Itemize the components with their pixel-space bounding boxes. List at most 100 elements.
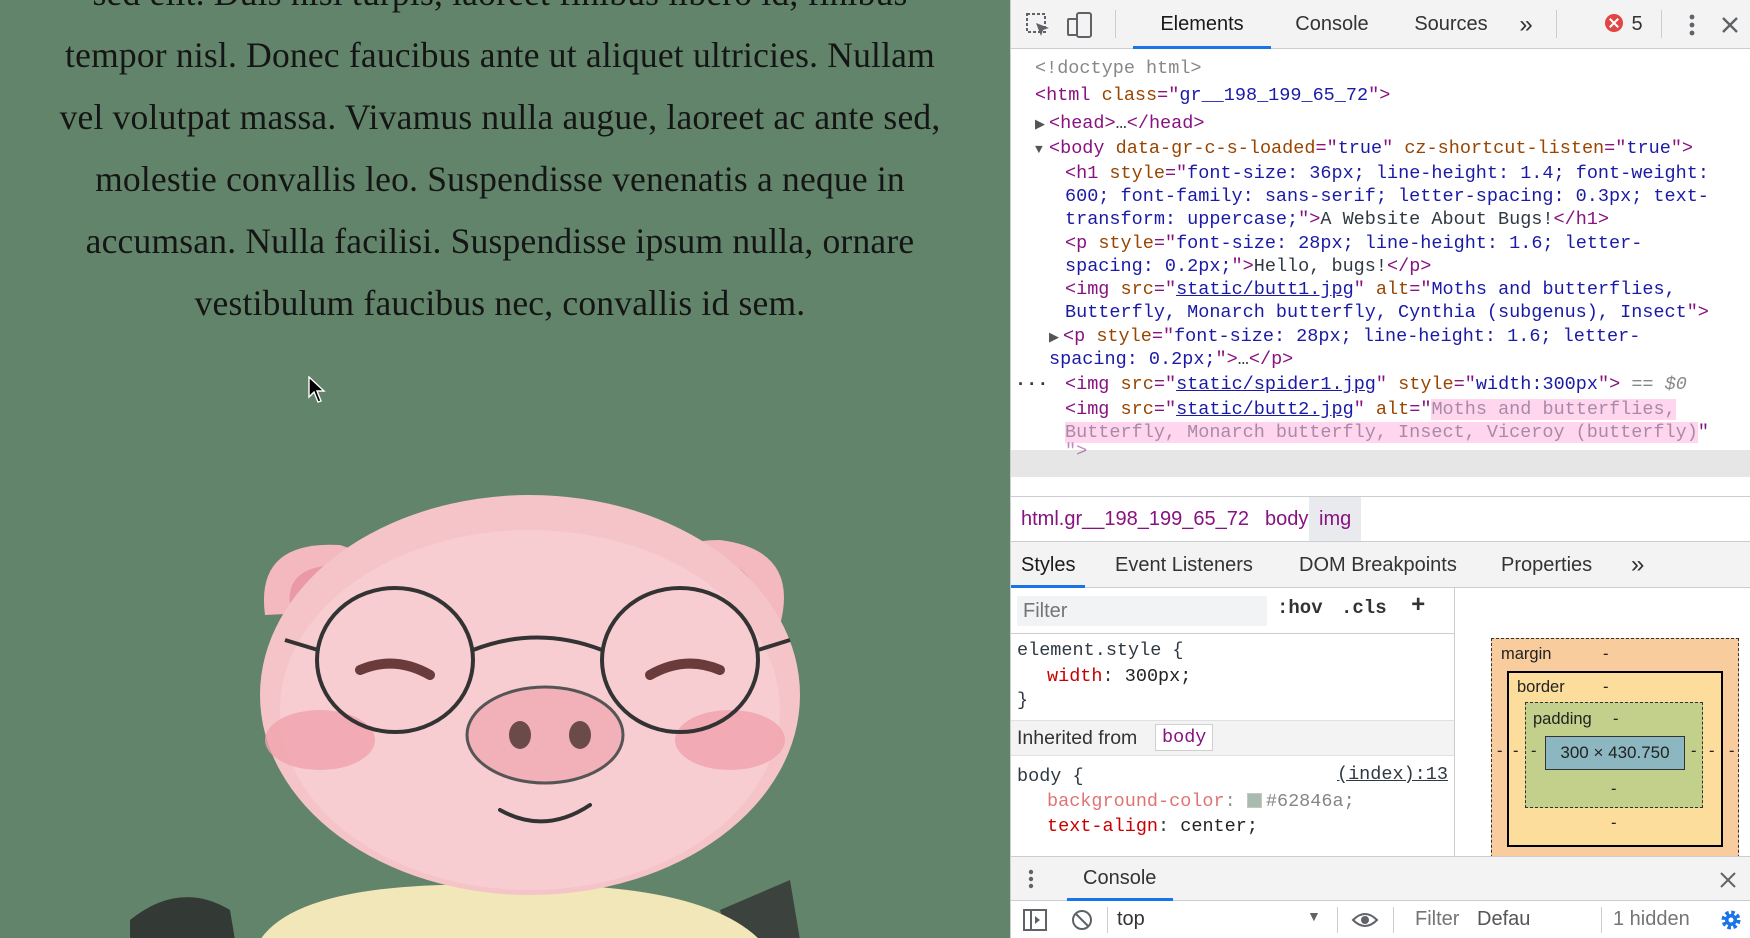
styles-pane: :hov .cls + element.style { width: 300px… — [1011, 588, 1455, 856]
toolbar-separator — [1661, 10, 1662, 38]
dom-p1-style-end[interactable]: spacing: 0.2px;">Hello, bugs!</p> — [1065, 254, 1431, 279]
padding-left-value[interactable]: - — [1531, 742, 1537, 761]
css-property[interactable]: width — [1047, 666, 1103, 687]
dom-html-node[interactable]: <html class="gr__198_199_65_72"> — [1035, 83, 1390, 108]
drawer-menu-icon[interactable] — [1025, 867, 1037, 891]
device-toolbar-icon[interactable] — [1065, 10, 1095, 40]
cls-toggle[interactable]: .cls — [1341, 597, 1387, 619]
console-drawer: Console top ▼ Filter Defau 1 hidden — [1011, 856, 1750, 938]
dom-img3-node[interactable]: <img src="static/butt2.jpg" alt="Moths a… — [1065, 397, 1676, 422]
element-style-selector[interactable]: element.style { — [1017, 638, 1184, 663]
tab-elements[interactable]: Elements — [1133, 0, 1271, 49]
color-swatch-icon[interactable] — [1246, 793, 1262, 808]
attr-value: Moths and butterflies, — [1431, 399, 1676, 420]
tab-sources[interactable]: Sources — [1401, 0, 1501, 49]
tab-styles[interactable]: Styles — [1011, 542, 1086, 588]
css-value[interactable]: 300px; — [1125, 666, 1192, 687]
css-value[interactable]: #62846a; — [1266, 791, 1355, 812]
new-style-rule-button[interactable]: + — [1411, 593, 1425, 620]
hov-toggle[interactable]: :hov — [1277, 597, 1323, 619]
show-sidebar-icon[interactable] — [1023, 909, 1047, 931]
dom-h1-style-cont[interactable]: 600; font-family: sans-serif; letter-spa… — [1065, 184, 1709, 209]
styles-filter-input[interactable] — [1017, 596, 1267, 626]
dom-doctype[interactable]: <!doctype html> — [1035, 56, 1202, 81]
console-settings-gear-icon[interactable] — [1719, 908, 1743, 932]
paragraph-line: accumsan. Nulla facilisi. Suspendisse ip… — [85, 221, 915, 261]
border-top-value[interactable]: - — [1603, 678, 1609, 697]
p1-text: Hello, bugs! — [1253, 256, 1387, 277]
attr-value: transform: uppercase; — [1065, 209, 1299, 230]
tab-dom-breakpoints[interactable]: DOM Breakpoints — [1299, 542, 1457, 588]
more-tabs-button[interactable]: » — [1511, 0, 1541, 49]
dom-img2-node-selected[interactable]: ··· <img src="static/spider1.jpg" style="… — [1015, 372, 1687, 397]
inherited-body-link[interactable]: body — [1155, 724, 1214, 751]
css-property[interactable]: background-color — [1047, 791, 1225, 812]
margin-right-value[interactable]: - — [1729, 742, 1735, 761]
dom-body-node[interactable]: ▼ <body data-gr-c-s-loaded="true" cz-shor… — [1035, 136, 1693, 161]
style-declaration-inherited[interactable]: background-color: #62846a; — [1047, 789, 1355, 814]
dom-img1-alt-end[interactable]: Butterfly, Monarch butterfly, Cynthia (s… — [1065, 300, 1709, 325]
source-link[interactable]: (index):13 — [1337, 764, 1448, 785]
tab-console[interactable]: Console — [1283, 0, 1381, 49]
more-tabs-button[interactable]: » — [1631, 542, 1644, 588]
padding-right-value[interactable]: - — [1691, 742, 1697, 761]
dom-head-node[interactable]: ▶ <head>…</head> — [1035, 111, 1204, 136]
attr-value: font-size: 28px; line-height: 1.6; lette… — [1176, 233, 1643, 254]
dom-h1-style-end[interactable]: transform: uppercase;">A Website About B… — [1065, 207, 1609, 232]
error-icon[interactable] — [1605, 14, 1623, 32]
css-value[interactable]: center; — [1180, 816, 1258, 837]
breadcrumb-body[interactable]: body — [1265, 497, 1308, 541]
margin-left-value[interactable]: - — [1497, 742, 1503, 761]
img-src-link[interactable]: static/butt1.jpg — [1176, 279, 1354, 300]
box-model-content-size[interactable]: 300 × 430.750 — [1545, 736, 1685, 770]
border-label: border — [1517, 678, 1565, 696]
breadcrumb-html[interactable]: html.gr__198_199_65_72 — [1021, 497, 1249, 541]
log-levels-dropdown[interactable]: Defau — [1477, 908, 1535, 931]
devtools-panel: Elements Console Sources » 5 <!doctype h… — [1010, 0, 1750, 938]
dom-p2-style-end[interactable]: spacing: 0.2px;">…</p> — [1049, 347, 1293, 372]
attr-name: data-gr-c-s-loaded — [1115, 138, 1316, 159]
expand-triangle-icon[interactable]: ▶ — [1035, 112, 1049, 137]
attr-value: width:300px — [1475, 374, 1598, 395]
breadcrumb-img[interactable]: img — [1309, 497, 1362, 541]
dom-img1-node[interactable]: <img src="static/butt1.jpg" alt="Moths a… — [1065, 277, 1676, 302]
toolbar-separator — [1601, 907, 1602, 933]
tab-event-listeners[interactable]: Event Listeners — [1115, 542, 1253, 588]
collapsed-ellipsis[interactable]: … — [1238, 349, 1249, 370]
attr-value: spacing: 0.2px; — [1049, 349, 1216, 370]
clear-console-icon[interactable] — [1071, 909, 1093, 931]
error-count[interactable]: 5 — [1627, 0, 1647, 49]
tab-properties[interactable]: Properties — [1501, 542, 1592, 588]
img-src-link[interactable]: static/spider1.jpg — [1176, 374, 1376, 395]
dom-p2-node[interactable]: ▶ <p style="font-size: 28px; line-height:… — [1049, 324, 1640, 349]
collapse-triangle-icon[interactable]: ▼ — [1035, 137, 1049, 162]
img-src-link[interactable]: static/butt2.jpg — [1176, 399, 1354, 420]
close-drawer-icon[interactable] — [1719, 871, 1737, 889]
border-left-value[interactable]: - — [1513, 742, 1519, 761]
padding-bottom-value[interactable]: - — [1611, 780, 1617, 799]
context-selector[interactable]: top — [1117, 908, 1145, 931]
style-declaration[interactable]: text-align: center; — [1047, 814, 1258, 839]
padding-label: padding — [1533, 710, 1592, 728]
inspect-element-icon[interactable] — [1023, 10, 1053, 40]
padding-top-value[interactable]: - — [1613, 710, 1619, 729]
dom-img3-alt-end[interactable]: Butterfly, Monarch butterfly, Insect, Vi… — [1065, 420, 1709, 445]
attr-value: Butterfly, Monarch butterfly, Insect, Vi… — [1065, 422, 1698, 443]
pig-illustration[interactable] — [0, 480, 1010, 938]
dom-h1-node[interactable]: <h1 style="font-size: 36px; line-height:… — [1065, 161, 1709, 186]
margin-top-value[interactable]: - — [1603, 645, 1609, 664]
style-declaration[interactable]: width: 300px; — [1047, 664, 1191, 689]
attr-value: font-size: 28px; line-height: 1.6; lette… — [1174, 326, 1641, 347]
close-devtools-icon[interactable] — [1715, 10, 1745, 40]
border-right-value[interactable]: - — [1709, 742, 1715, 761]
drawer-tab-console[interactable]: Console — [1067, 867, 1173, 901]
css-property[interactable]: text-align — [1047, 816, 1158, 837]
eye-icon[interactable] — [1351, 910, 1379, 930]
dom-p1-node[interactable]: <p style="font-size: 28px; line-height: … — [1065, 231, 1642, 256]
more-options-icon[interactable] — [1677, 10, 1707, 40]
collapsed-ellipsis[interactable]: … — [1116, 113, 1127, 134]
border-bottom-value[interactable]: - — [1611, 814, 1617, 833]
row-actions-icon[interactable]: ··· — [1015, 372, 1065, 397]
console-filter-input[interactable]: Filter — [1415, 908, 1459, 931]
chevron-down-icon[interactable]: ▼ — [1307, 908, 1321, 924]
